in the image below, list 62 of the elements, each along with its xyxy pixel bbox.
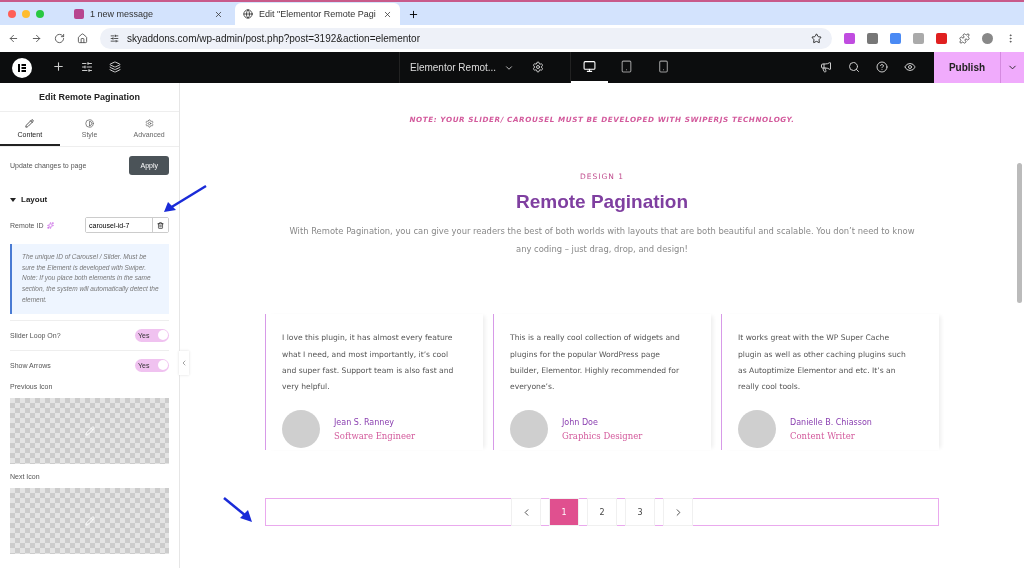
globe-icon [243,9,253,19]
site-settings-icon[interactable] [110,34,119,43]
close-window-icon[interactable] [8,9,16,18]
puzzle-icon[interactable] [959,33,970,44]
new-tab-icon[interactable] [408,9,419,20]
add-icon[interactable] [52,60,65,73]
person-role: Software Engineer [334,430,416,441]
avatar [282,410,320,449]
delete-icon[interactable] [157,221,164,229]
intro-paragraph: With Remote Pagination, you can give your readers the best of both worlds with layouts that are both beautiful and scalable. You don’t need to know any coding – just drag, drop, and design! [288,225,916,256]
pencil-icon [84,425,95,436]
tablet-icon [620,60,634,73]
pencil-icon [84,515,95,526]
arrow-drawing [222,496,254,524]
desktop-icon [583,60,597,73]
document-dropdown[interactable]: Elementor Remot... [399,52,525,83]
scrollbar[interactable] [1017,163,1022,303]
eye-icon[interactable] [904,60,916,73]
person-name: John Doe [562,417,599,427]
search-icon[interactable] [848,60,860,73]
page-button[interactable]: 3 [626,499,654,526]
forward-icon[interactable] [31,33,42,44]
panel-title: Edit Remote Pagination [0,83,179,112]
back-icon[interactable] [8,33,19,44]
person-name: Danielle B. Chiasson [790,417,872,427]
help-icon[interactable] [876,60,888,73]
layers-icon[interactable] [109,60,121,73]
sliders-icon[interactable] [81,60,93,73]
browser-tab[interactable]: 1 new message [66,3,231,25]
settings-icon[interactable] [532,60,545,73]
person-role: Content Writer [790,430,856,441]
close-icon[interactable] [383,9,392,19]
heading: Remote Pagination [515,191,689,213]
extension-icon[interactable] [844,33,855,44]
caret-icon [10,197,16,202]
section-heading[interactable]: Layout [0,183,179,212]
profile-icon[interactable] [982,33,993,44]
reload-icon[interactable] [54,33,65,44]
page-button[interactable]: 2 [588,499,616,526]
person-name: Jean S. Ranney [334,417,396,427]
logo-icon[interactable] [12,57,32,78]
extension-icon[interactable] [867,33,878,44]
extension-icon[interactable] [890,33,901,44]
gear-icon [144,118,154,128]
mobile-icon [657,60,671,73]
pencil-icon [25,118,35,128]
extension-icon[interactable] [936,33,947,44]
publish-button[interactable]: Publish [934,52,1000,83]
person-role: Graphics Designer [562,430,643,441]
close-icon[interactable] [214,9,223,19]
arrow-drawing [162,184,208,214]
avatar [738,410,776,449]
megaphone-icon[interactable] [820,60,832,73]
chevron-left-icon [180,359,188,367]
contrast-icon [85,118,94,128]
avatar [510,410,548,449]
browser-tab[interactable]: Edit "Elementor Remote Pagi [235,3,400,25]
home-icon[interactable] [77,33,88,44]
site-icon [74,9,84,19]
page-button[interactable]: 1 [550,499,578,526]
address-bar[interactable]: skyaddons.com/wp-admin/post.php?post=3192&action=elementor [100,28,832,49]
star-icon[interactable] [811,33,822,44]
